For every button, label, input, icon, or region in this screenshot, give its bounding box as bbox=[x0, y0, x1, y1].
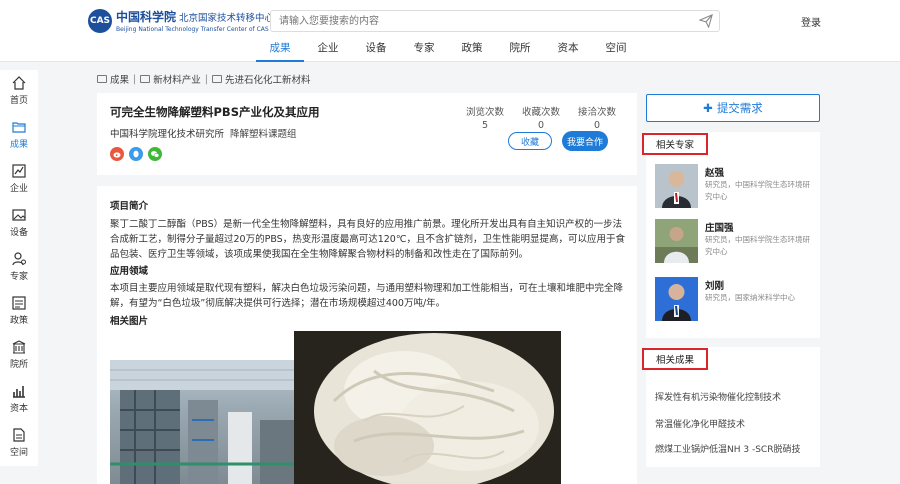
folder-icon bbox=[140, 75, 151, 83]
related-experts-card: 相关专家 赵强 研究员，中国科学院生态环境研究中心 庄国强 研究员，中国科学院生… bbox=[642, 132, 820, 338]
project-content-card: 项目简介 聚丁二酸丁二醇酯（PBS）是新一代全生物降解塑料，具有良好的应用推广前… bbox=[97, 186, 637, 484]
project-group[interactable]: 降解塑料课题组 bbox=[230, 129, 297, 140]
search-input[interactable] bbox=[279, 11, 689, 31]
expert-item[interactable]: 刘刚 研究员，国家纳米科学中心 bbox=[655, 277, 815, 323]
breadcrumb: 成果 | 新材料产业 | 先进石化化工新材料 bbox=[97, 72, 310, 86]
sidebar-item-results[interactable]: 成果 bbox=[0, 114, 38, 158]
results-title: 相关成果 bbox=[642, 348, 708, 370]
sidebar-item-label: 企业 bbox=[9, 184, 28, 194]
sidebar-item-label: 成果 bbox=[9, 140, 28, 150]
weibo-icon[interactable] bbox=[110, 147, 124, 161]
pbs-fiber-photo[interactable] bbox=[294, 331, 561, 484]
breadcrumb-item[interactable]: 新材料产业 bbox=[140, 72, 201, 86]
folder-icon bbox=[12, 122, 26, 133]
application-heading: 应用领域 bbox=[110, 266, 149, 277]
sidebar-item-equipment[interactable]: 设备 bbox=[0, 202, 38, 246]
folder-icon bbox=[97, 75, 107, 83]
user-icon bbox=[12, 252, 26, 266]
logo-sub-text: 北京国家技术转移中心 bbox=[179, 13, 275, 24]
avatar bbox=[655, 277, 698, 321]
breadcrumb-item[interactable]: 先进石化化工新材料 bbox=[211, 72, 310, 86]
related-results-card: 相关成果 挥发性有机污染物催化控制技术 常温催化净化甲醛技术 燃煤工业锅炉低温N… bbox=[642, 347, 820, 467]
factory-photo[interactable] bbox=[110, 360, 294, 484]
sidebar-item-label: 院所 bbox=[9, 360, 28, 370]
related-result-link[interactable]: 挥发性有机污染物催化控制技术 bbox=[655, 390, 781, 403]
nav-space[interactable]: 空间 bbox=[592, 40, 640, 62]
sidebar-item-label: 政策 bbox=[9, 316, 28, 326]
intro-heading: 项目简介 bbox=[110, 201, 149, 212]
logo-cn-text: 中国科学院 bbox=[116, 10, 177, 24]
document-icon bbox=[12, 296, 26, 310]
image-icon bbox=[12, 209, 26, 221]
sidebar-item-space[interactable]: 空间 bbox=[0, 422, 38, 466]
project-header-card: 可完全生物降解塑料PBS产业化及其应用 中国科学院理化技术研究所 降解塑料课题组 … bbox=[97, 93, 637, 175]
nav-policy[interactable]: 政策 bbox=[448, 40, 496, 62]
nav-equipment[interactable]: 设备 bbox=[352, 40, 400, 62]
nav-institutes[interactable]: 院所 bbox=[496, 40, 544, 62]
folder-icon bbox=[211, 75, 222, 83]
qq-icon[interactable] bbox=[129, 147, 143, 161]
project-title: 可完全生物降解塑料PBS产业化及其应用 bbox=[110, 105, 320, 119]
expert-desc: 研究员，中国科学院生态环境研究中心 bbox=[705, 180, 810, 201]
sidebar-item-label: 资本 bbox=[9, 404, 28, 414]
experts-title: 相关专家 bbox=[642, 133, 708, 155]
sidebar-item-experts[interactable]: 专家 bbox=[0, 246, 38, 290]
sidebar-item-label: 设备 bbox=[9, 228, 28, 238]
cooperate-button[interactable]: 我要合作 bbox=[562, 131, 608, 151]
expert-desc: 研究员，中国科学院生态环境研究中心 bbox=[705, 235, 810, 256]
project-org[interactable]: 中国科学院理化技术研究所 bbox=[110, 129, 224, 140]
stat-contacts: 接洽次数 0 bbox=[577, 107, 616, 131]
nav-capital[interactable]: 资本 bbox=[544, 40, 592, 62]
search-box bbox=[270, 10, 720, 32]
related-result-link[interactable]: 燃煤工业锅炉低温NH 3 -SCR脱硝技 bbox=[655, 442, 800, 455]
stat-views: 浏览次数 5 bbox=[465, 107, 504, 131]
stat-favorites: 收藏次数 0 bbox=[521, 107, 560, 131]
images-heading: 相关图片 bbox=[110, 316, 149, 327]
favorite-button[interactable]: 收藏 bbox=[508, 132, 552, 150]
stats-panel: 浏览次数 5 收藏次数 0 接洽次数 0 bbox=[457, 104, 625, 131]
related-result-link[interactable]: 常温催化净化甲醛技术 bbox=[655, 417, 745, 430]
sidebar-item-label: 专家 bbox=[9, 272, 28, 282]
page-icon bbox=[13, 428, 25, 442]
share-icons bbox=[110, 147, 167, 161]
home-icon bbox=[12, 76, 26, 90]
breadcrumb-item[interactable]: 成果 bbox=[97, 72, 129, 86]
site-logo[interactable]: CAS 中国科学院 北京国家技术转移中心 Beijing National Tec… bbox=[88, 8, 274, 33]
logo-en-text: Beijing National Technology Transfer Cen… bbox=[116, 26, 269, 33]
nav-results[interactable]: 成果 bbox=[256, 40, 304, 62]
expert-item[interactable]: 庄国强 研究员，中国科学院生态环境研究中心 bbox=[655, 219, 815, 265]
sidebar-item-label: 首页 bbox=[9, 96, 28, 106]
main-nav: 成果 企业 设备 专家 政策 院所 资本 空间 bbox=[256, 40, 640, 62]
expert-desc: 研究员，国家纳米科学中心 bbox=[705, 293, 795, 302]
sidebar-item-institutes[interactable]: 院所 bbox=[0, 334, 38, 378]
application-text: 本项目主要应用领域是取代现有塑料，解决白色垃圾污染问题，与通用塑料物理和加工性能… bbox=[110, 283, 624, 309]
expert-name: 赵强 bbox=[705, 168, 725, 179]
expert-item[interactable]: 赵强 研究员，中国科学院生态环境研究中心 bbox=[655, 164, 815, 210]
building-icon bbox=[12, 340, 26, 354]
nav-enterprise[interactable]: 企业 bbox=[304, 40, 352, 62]
sidebar-item-capital[interactable]: 资本 bbox=[0, 378, 38, 422]
sidebar-item-policy[interactable]: 政策 bbox=[0, 290, 38, 334]
plus-icon: ✚ bbox=[703, 101, 713, 115]
expert-name: 刘刚 bbox=[705, 281, 725, 292]
sidebar-item-home[interactable]: 首页 bbox=[0, 70, 38, 114]
nav-experts[interactable]: 专家 bbox=[400, 40, 448, 62]
submit-request-button[interactable]: ✚ 提交需求 bbox=[646, 94, 820, 122]
bar-chart-icon bbox=[13, 386, 25, 398]
sidebar-item-label: 空间 bbox=[9, 448, 28, 458]
sidebar-item-enterprise[interactable]: 企业 bbox=[0, 158, 38, 202]
cas-seal-icon: CAS bbox=[88, 8, 112, 33]
login-link[interactable]: 登录 bbox=[801, 14, 821, 29]
chart-line-icon bbox=[12, 164, 26, 178]
expert-name: 庄国强 bbox=[705, 223, 734, 234]
intro-text: 聚丁二酸丁二醇酯（PBS）是新一代全生物降解塑料，具有良好的应用推广前景。理化所… bbox=[110, 219, 626, 260]
avatar bbox=[655, 219, 698, 263]
top-header: CAS 中国科学院 北京国家技术转移中心 Beijing National Tec… bbox=[0, 0, 900, 62]
send-icon[interactable] bbox=[699, 14, 713, 28]
wechat-icon[interactable] bbox=[148, 147, 162, 161]
avatar bbox=[655, 164, 698, 208]
left-sidebar: 首页 成果 企业 设备 专家 政策 院所 资本 空间 bbox=[0, 70, 38, 466]
